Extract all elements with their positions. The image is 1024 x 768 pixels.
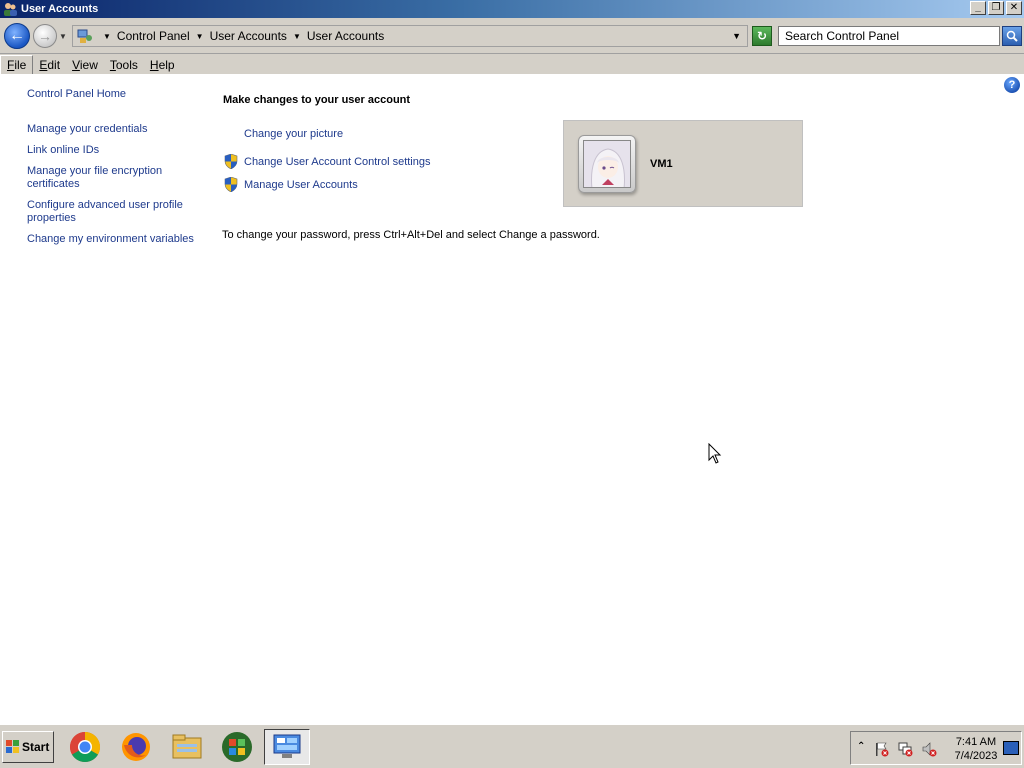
show-hidden-icons-icon[interactable]: ⌃ — [857, 741, 865, 752]
user-name: VM1 — [650, 158, 673, 170]
page-heading: Make changes to your user account — [223, 94, 411, 106]
taskbar-firefox[interactable] — [113, 729, 159, 765]
user-accounts-icon — [2, 1, 18, 17]
change-picture-link[interactable]: Change your picture — [244, 128, 343, 140]
chrome-icon — [69, 732, 101, 763]
taskbar-chrome[interactable] — [62, 729, 108, 765]
breadcrumb-user-accounts-current[interactable]: User Accounts — [307, 29, 384, 43]
nav-manage-credentials[interactable]: Manage your credentials — [27, 123, 207, 136]
action-center-flag-icon[interactable] — [873, 741, 889, 757]
volume-muted-icon[interactable] — [921, 741, 937, 757]
search-box[interactable] — [778, 26, 1000, 46]
refresh-icon: ↻ — [756, 29, 768, 43]
avatar[interactable] — [578, 135, 636, 193]
system-tray: ⌃ 7:41 AM 7/4/2023 — [850, 731, 1022, 765]
taskbar-media-player[interactable] — [214, 729, 260, 765]
left-navigation: Control Panel Home Manage your credentia… — [27, 88, 207, 246]
nav-file-encryption-certificates[interactable]: Manage your file encryption certificates — [27, 165, 177, 191]
taskbar-explorer[interactable] — [164, 729, 210, 765]
user-picture — [583, 140, 631, 188]
back-button[interactable]: ← — [4, 23, 30, 49]
uac-shield-icon — [224, 176, 238, 193]
search-input[interactable] — [785, 29, 999, 43]
address-toolbar: ← → ▼ ▼ Control Panel ▼ User Accounts ▼ … — [0, 18, 1024, 54]
title-bar: User Accounts _ ❐ ✕ — [0, 0, 1024, 18]
control-panel-icon — [77, 28, 93, 44]
help-icon[interactable]: ? — [1004, 77, 1020, 93]
window-controls: _ ❐ ✕ — [970, 1, 1022, 15]
nav-link-online-ids[interactable]: Link online IDs — [27, 144, 207, 157]
show-desktop-icon[interactable] — [1003, 741, 1019, 755]
search-icon — [1006, 30, 1018, 42]
start-button[interactable]: Start — [2, 731, 54, 763]
taskbar-control-panel[interactable] — [264, 729, 310, 765]
file-explorer-icon — [172, 734, 202, 759]
user-tile: VM1 — [563, 120, 803, 207]
uac-shield-icon — [224, 153, 238, 170]
address-history-dropdown[interactable]: ▼ — [732, 31, 741, 41]
change-uac-settings-link[interactable]: Change User Account Control settings — [244, 156, 431, 168]
menu-tools[interactable]: Tools — [104, 56, 144, 74]
taskbar: Start ⌃ 7:41 AM 7/4/2023 — [0, 724, 1024, 768]
content-pane: ? Control Panel Home Manage your credent… — [0, 74, 1024, 724]
close-button[interactable]: ✕ — [1006, 1, 1022, 15]
menu-view[interactable]: View — [66, 56, 104, 74]
breadcrumb-control-panel[interactable]: Control Panel — [117, 29, 190, 43]
forward-button[interactable]: → — [33, 24, 57, 48]
chevron-down-icon[interactable]: ▼ — [103, 32, 111, 41]
search-button[interactable] — [1002, 26, 1022, 46]
network-icon[interactable] — [897, 741, 913, 757]
nav-control-panel-home[interactable]: Control Panel Home — [27, 88, 207, 101]
chevron-down-icon[interactable]: ▼ — [196, 32, 204, 41]
nav-environment-variables[interactable]: Change my environment variables — [27, 233, 207, 246]
menu-file[interactable]: File — [0, 54, 34, 75]
windows-logo-icon — [6, 740, 20, 754]
arrow-left-icon: ← — [9, 27, 25, 44]
clock-date[interactable]: 7/4/2023 — [951, 750, 1001, 762]
chevron-down-icon[interactable]: ▼ — [293, 32, 301, 41]
restore-button[interactable]: ❐ — [988, 1, 1004, 15]
control-panel-icon — [273, 734, 301, 758]
start-label: Start — [22, 740, 50, 754]
refresh-button[interactable]: ↻ — [752, 26, 772, 46]
arrow-right-icon: → — [38, 28, 52, 44]
window-title: User Accounts — [21, 3, 99, 15]
minimize-button[interactable]: _ — [970, 1, 986, 15]
password-info-text: To change your password, press Ctrl+Alt+… — [222, 229, 600, 241]
windows-media-icon — [222, 732, 252, 762]
mouse-cursor-icon — [708, 443, 722, 464]
menu-edit[interactable]: Edit — [33, 56, 66, 74]
breadcrumb-user-accounts[interactable]: User Accounts — [210, 29, 287, 43]
recent-pages-dropdown[interactable]: ▼ — [59, 32, 67, 41]
menu-bar: File Edit View Tools Help — [0, 54, 1024, 75]
nav-advanced-user-profile[interactable]: Configure advanced user profile properti… — [27, 199, 187, 225]
address-field[interactable]: ▼ Control Panel ▼ User Accounts ▼ User A… — [72, 25, 748, 47]
menu-help[interactable]: Help — [144, 56, 181, 74]
clock-time[interactable]: 7:41 AM — [951, 736, 1001, 748]
manage-user-accounts-link[interactable]: Manage User Accounts — [244, 179, 358, 191]
firefox-icon — [122, 733, 150, 761]
